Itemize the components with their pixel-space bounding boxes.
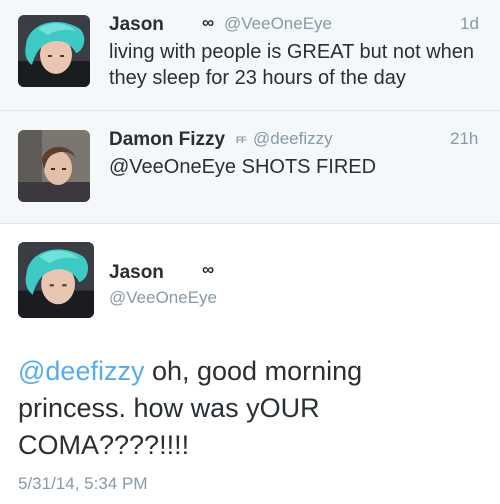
tweet-author-handle[interactable]: @deefizzy bbox=[253, 129, 333, 149]
detail-author-name[interactable]: Jason bbox=[109, 262, 164, 284]
tweet-text-line: @VeeOneEye SHOTS FIRED bbox=[109, 156, 377, 178]
ff-badge-icon: FF bbox=[236, 135, 247, 145]
tweet-text-line: they sleep for 23 hours of the day bbox=[109, 67, 406, 89]
avatar[interactable] bbox=[18, 15, 90, 87]
timeline-tweet-1[interactable]: Jason ∞ @VeeOneEye 1d living with people… bbox=[0, 0, 500, 111]
detail-text-line-3: COMA????!!!! bbox=[18, 430, 190, 460]
tweet-author-name[interactable]: Damon Fizzy bbox=[109, 129, 225, 151]
detail-timestamp: 5/31/14, 5:34 PM bbox=[18, 474, 148, 493]
infinity-icon: ∞ bbox=[202, 260, 215, 279]
detail-text-line-1: @deefizzy oh, good morning bbox=[18, 353, 488, 390]
tweet-author-name[interactable]: Jason bbox=[109, 14, 164, 36]
mention-link[interactable]: @deefizzy bbox=[18, 356, 144, 386]
detail-text-line-2: princess. how was yOUR bbox=[18, 393, 320, 423]
tweet-time: 1d bbox=[460, 14, 479, 33]
timeline-tweet-2[interactable]: Damon Fizzy FF @deefizzy 21h @VeeOneEye … bbox=[0, 111, 500, 224]
detail-tweet-text: @deefizzy oh, good morning princess. how… bbox=[18, 353, 488, 464]
tweet-text-line: living with people is GREAT but not when bbox=[109, 41, 475, 63]
avatar[interactable] bbox=[18, 130, 90, 202]
detail-text-segment: oh, good morning bbox=[144, 356, 363, 386]
infinity-icon: ∞ bbox=[202, 13, 215, 32]
tweet-author-handle[interactable]: @VeeOneEye bbox=[224, 14, 332, 34]
avatar[interactable] bbox=[18, 242, 94, 318]
detail-author-handle[interactable]: @VeeOneEye bbox=[109, 288, 217, 308]
tweet-time: 21h bbox=[450, 129, 479, 148]
